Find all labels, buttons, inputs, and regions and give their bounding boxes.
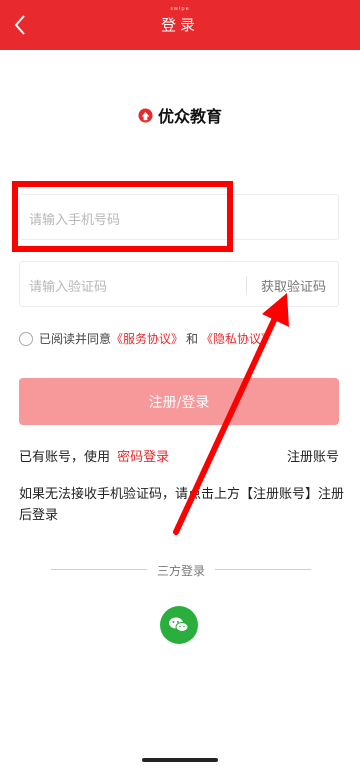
- register-login-button[interactable]: 注册/登录: [19, 378, 339, 425]
- register-account-link[interactable]: 注册账号: [287, 446, 339, 465]
- header-subtitle: swipe: [170, 6, 190, 12]
- annotation-box: [12, 181, 233, 252]
- wechat-icon: [169, 617, 189, 632]
- header-bar: swipe 登录: [0, 0, 360, 50]
- password-login-link[interactable]: 密码登录: [117, 450, 169, 465]
- hint-text: 如果无法接收手机验证码，请点击上方【注册账号】注册后登录: [19, 487, 345, 523]
- third-party-divider: 三方登录: [51, 562, 311, 578]
- get-code-button[interactable]: 获取验证码: [261, 276, 326, 295]
- account-row: 已有账号，使用 密码登录 注册账号: [19, 446, 339, 465]
- service-agreement-link[interactable]: 《服务协议》: [111, 330, 183, 347]
- wechat-login-button[interactable]: [160, 606, 198, 644]
- third-party-label: 三方登录: [156, 564, 205, 578]
- field-divider: [246, 276, 247, 294]
- account-prefix: 已有账号，使用 密码登录: [19, 446, 169, 465]
- page-title: 登录: [160, 16, 199, 34]
- account-prefix-text: 已有账号，使用: [19, 450, 111, 465]
- home-indicator: [142, 758, 218, 762]
- agreement-and: 和: [186, 332, 199, 346]
- code-placeholder: 请输入验证码: [29, 280, 108, 295]
- divider-line-right: [215, 569, 311, 570]
- brand-logo-icon: [138, 107, 153, 123]
- code-input[interactable]: 请输入验证码 获取验证码: [19, 261, 339, 307]
- agreement-prefix: 已阅读并同意: [39, 332, 112, 346]
- brand-logo: 优众教育: [0, 103, 360, 127]
- agreement-row: 已阅读并同意 《服务协议》 和 《隐私协议》: [19, 330, 273, 347]
- agree-checkbox[interactable]: [19, 331, 33, 346]
- privacy-agreement-link[interactable]: 《隐私协议》: [201, 330, 273, 347]
- brand-name: 优众教育: [157, 107, 222, 126]
